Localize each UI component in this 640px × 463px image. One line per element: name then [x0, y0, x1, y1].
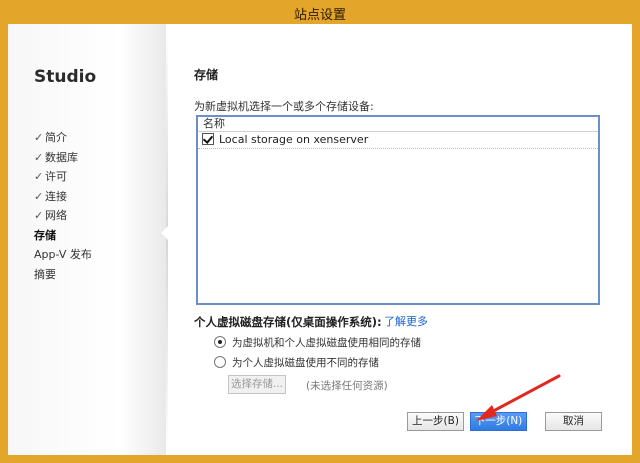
back-button[interactable]: 上一步(B)	[407, 412, 464, 431]
radio-label: 为虚拟机和个人虚拟磁盘使用相同的存储	[232, 337, 421, 349]
checkbox-checked-icon[interactable]	[202, 133, 214, 145]
step-label: 摘要	[34, 267, 56, 281]
radio-label: 为个人虚拟磁盘使用不同的存储	[232, 357, 379, 369]
step-label: 网络	[45, 209, 67, 222]
window-frame-bottom	[0, 455, 640, 463]
step-summary: 摘要	[34, 265, 92, 285]
step-license[interactable]: ✓ 许可	[34, 167, 92, 187]
check-icon: ✓	[34, 189, 44, 203]
window-title: 站点设置	[293, 8, 346, 23]
step-label: 简介	[45, 131, 67, 144]
step-label: 连接	[45, 189, 67, 203]
choose-storage-button[interactable]: 选择存储...	[228, 375, 286, 394]
step-intro[interactable]: ✓ 简介	[34, 128, 92, 148]
radio-unselected-icon[interactable]	[214, 356, 226, 368]
app-brand: Studio	[34, 67, 97, 87]
radio-selected-icon[interactable]	[214, 336, 226, 348]
next-button[interactable]: 下一步(N)	[470, 412, 527, 431]
main-panel: 存储 为新虚拟机选择一个或多个存储设备: 名称 Local storage on…	[194, 24, 632, 455]
storage-select-label: 为新虚拟机选择一个或多个存储设备:	[194, 100, 374, 113]
step-connection[interactable]: ✓ 连接	[34, 187, 92, 207]
step-storage[interactable]: 存储	[34, 226, 92, 246]
cancel-button[interactable]: 取消	[545, 412, 602, 431]
step-database[interactable]: ✓ 数据库	[34, 148, 92, 168]
step-label: 数据库	[45, 150, 78, 164]
vdisk-storage-title: 个人虚拟磁盘存储(仅桌面操作系统):	[194, 315, 382, 329]
step-label: 存储	[34, 228, 56, 242]
step-appv-publishing: App-V 发布	[34, 245, 92, 265]
no-resource-text: (未选择任何资源)	[306, 380, 388, 392]
storage-list[interactable]: 名称 Local storage on xenserver	[196, 115, 600, 305]
step-label: 许可	[45, 170, 67, 183]
current-step-pointer	[161, 226, 168, 240]
window-frame-left	[0, 24, 8, 463]
storage-name: Local storage on xenserver	[219, 133, 369, 146]
wizard-steps: ✓ 简介 ✓ 数据库 ✓ 许可 ✓ 连接 ✓ 网络 存储 App-V 发布 摘要	[34, 128, 92, 284]
check-icon: ✓	[34, 209, 44, 222]
learn-more-link[interactable]: 了解更多	[384, 313, 428, 329]
list-item[interactable]: Local storage on xenserver	[198, 132, 598, 149]
check-icon: ✓	[34, 150, 44, 164]
check-icon: ✓	[34, 170, 44, 183]
column-header-name[interactable]: 名称	[198, 117, 598, 132]
page-title: 存储	[194, 68, 219, 82]
step-network[interactable]: ✓ 网络	[34, 206, 92, 226]
step-label: App-V 发布	[34, 248, 92, 261]
title-bar: 站点设置	[0, 0, 640, 24]
radio-different-storage[interactable]: 为个人虚拟磁盘使用不同的存储	[214, 355, 379, 370]
window-frame-right	[632, 24, 640, 463]
radio-same-storage[interactable]: 为虚拟机和个人虚拟磁盘使用相同的存储	[214, 335, 421, 350]
check-icon: ✓	[34, 131, 44, 144]
